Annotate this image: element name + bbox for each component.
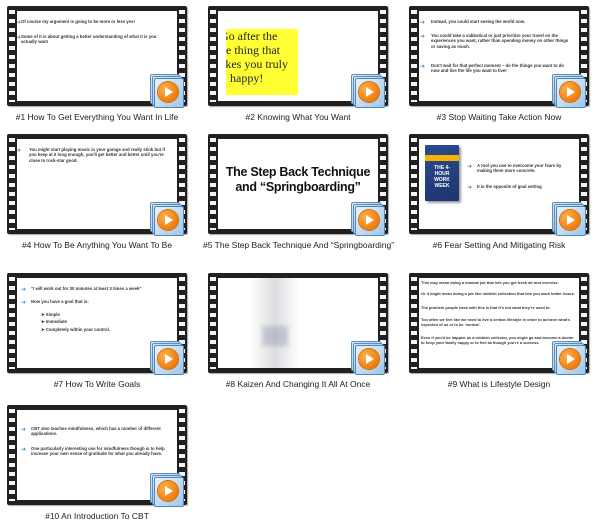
slide-title: The Step Back Technique and “Springboard… [225, 165, 371, 194]
play-icon [567, 215, 575, 225]
slide-text: A tool you use to overcome your fears by… [477, 163, 562, 174]
yellow-note: Go after the ne thing that akes you trul… [226, 29, 298, 95]
play-icon [165, 486, 173, 496]
sub-item: ➤ Immediate [41, 319, 68, 325]
play-button[interactable] [150, 74, 184, 108]
note-line: akes you truly [226, 57, 288, 71]
play-button[interactable] [351, 74, 385, 108]
play-icon [366, 215, 374, 225]
film-perforation [210, 138, 216, 230]
play-button[interactable] [552, 202, 586, 236]
note-line: Go after the [226, 29, 278, 43]
video-item-10[interactable]: ➜ CBT also teaches mindfulness, which ha… [2, 405, 192, 525]
slide-text: “I will work out for 30 minutes at least… [31, 286, 142, 291]
slide-text: The problem people have with this is tha… [421, 305, 551, 310]
film-perforation [9, 409, 15, 501]
book-stripe [425, 155, 459, 161]
play-button[interactable] [150, 341, 184, 375]
video-item-3[interactable]: ➜ Instead, you could start seeing the wo… [404, 6, 594, 126]
video-item-1[interactable]: ➜ Of course my argument is going to be m… [2, 6, 192, 126]
slide-text: Some of it is about getting a better und… [21, 34, 157, 45]
arrow-icon: ➜ [21, 447, 27, 453]
film-perforation [411, 10, 417, 102]
book-cover-image: THE 4-HOUR WORK WEEK [425, 145, 459, 201]
play-button[interactable] [351, 202, 385, 236]
video-caption[interactable]: #8 Kaizen And Changing It All At Once [203, 379, 393, 389]
arrow-icon: ➜ [420, 20, 426, 26]
arrow-icon: ➜ [21, 300, 27, 306]
sub-item: ➤ Completely within your control. [41, 326, 111, 332]
video-caption[interactable]: #2 Knowing What You Want [203, 112, 393, 122]
arrow-icon: ➜ [467, 185, 473, 191]
film-perforation [9, 277, 15, 369]
video-caption[interactable]: #5 The Step Back Technique And “Springbo… [203, 240, 394, 250]
note-line: ne thing that [226, 43, 280, 57]
arrow-icon: ➜ [21, 427, 27, 433]
video-caption[interactable]: #1 How To Get Everything You Want In Lif… [2, 112, 192, 122]
film-perforation [9, 138, 15, 230]
play-icon [165, 87, 173, 97]
photo-detail [262, 326, 288, 346]
slide-text: You could take a sabbatical or just prio… [431, 33, 569, 49]
video-item-8[interactable]: #8 Kaizen And Changing It All At Once [203, 273, 393, 393]
play-icon [567, 354, 575, 364]
arrow-icon: ➜ [420, 64, 426, 70]
slide-text: Now you have a goal that is: [31, 299, 89, 304]
slide-text: Of course my argument is going to be mor… [21, 19, 135, 24]
video-item-4[interactable]: ➜ You might start playing music in your … [2, 134, 192, 254]
video-item-9[interactable]: This may mean doing a manual job that le… [404, 273, 594, 393]
video-caption[interactable]: #4 How To Be Anything You Want To Be [2, 240, 192, 250]
video-item-7[interactable]: ➜ “I will work out for 30 minutes at lea… [2, 273, 192, 393]
video-item-5[interactable]: The Step Back Technique and “Springboard… [203, 134, 394, 254]
slide-text: Instead, you could start seeing the worl… [431, 19, 526, 24]
play-icon [567, 87, 575, 97]
film-perforation [411, 138, 417, 230]
play-button[interactable] [150, 202, 184, 236]
slide-text: You might start playing music in your ga… [29, 147, 166, 163]
slide-text: Don't wait for that perfect moment – do … [431, 63, 565, 74]
arrow-icon: ➜ [17, 148, 22, 154]
play-button[interactable] [150, 473, 184, 507]
film-perforation [411, 277, 417, 369]
arrow-icon: ➜ [21, 287, 27, 293]
sub-item: ➤ Simple [41, 312, 60, 317]
note-line: happy! [230, 71, 264, 85]
play-button[interactable] [552, 341, 586, 375]
play-button[interactable] [552, 74, 586, 108]
play-icon [165, 215, 173, 225]
video-caption[interactable]: #3 Stop Waiting Take Action Now [404, 112, 594, 122]
arrow-icon: ➜ [420, 34, 426, 40]
sub-list: ➤ Simple ➤ Immediate ➤ Completely within… [41, 312, 161, 332]
play-icon [366, 354, 374, 364]
slide-text: CBT also teaches mindfulness, which has … [31, 426, 161, 437]
video-caption[interactable]: #9 What is Lifestyle Design [404, 379, 594, 389]
video-grid: ➜ Of course my argument is going to be m… [0, 0, 600, 527]
play-icon [366, 87, 374, 97]
video-item-2[interactable]: Go after the ne thing that akes you trul… [203, 6, 393, 126]
play-button[interactable] [351, 341, 385, 375]
slide-text: One particularly interesting use for min… [31, 446, 165, 457]
video-caption[interactable]: #7 How To Write Goals [2, 379, 192, 389]
video-caption[interactable]: #10 An Introduction To CBT [2, 511, 192, 521]
video-caption[interactable]: #6 Fear Setting And Mitigating Risk [404, 240, 594, 250]
video-item-6[interactable]: THE 4-HOUR WORK WEEK ➜ A tool you use to… [404, 134, 594, 254]
film-perforation [9, 10, 15, 102]
slide-text: Too often we feel like we need to live a… [421, 317, 571, 327]
slide-text: Or it might mean doing a job like rubbis… [421, 291, 575, 296]
film-perforation [210, 10, 216, 102]
book-title: THE 4-HOUR WORK WEEK [434, 165, 450, 189]
slide-text: This may mean doing a manual job that le… [421, 280, 559, 285]
film-perforation [210, 277, 216, 369]
faded-photo-image [250, 278, 300, 368]
arrow-icon: ➜ [467, 164, 473, 170]
slide-text: It is the opposite of goal setting [477, 184, 542, 189]
play-icon [165, 354, 173, 364]
